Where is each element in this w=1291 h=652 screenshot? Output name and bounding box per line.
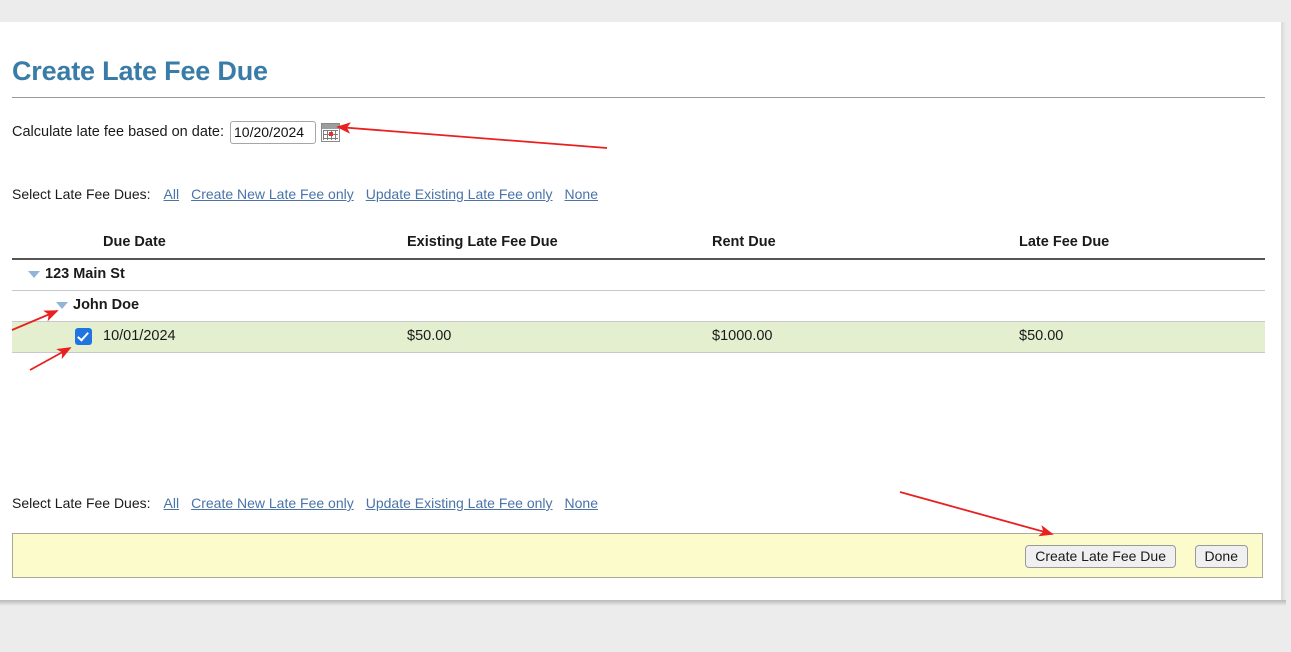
column-header-rent-due: Rent Due [712, 234, 776, 250]
screenshot-root: Create Late Fee Due Calculate late fee b… [0, 0, 1291, 652]
cell-existing-late-fee-due: $50.00 [407, 328, 451, 344]
table-row[interactable]: 10/01/2024 $50.00 $1000.00 $50.00 [12, 322, 1265, 353]
group-label-tenant: John Doe [73, 297, 139, 313]
select-link-all-top[interactable]: All [164, 186, 180, 202]
footer-action-bar: Create Late Fee Due Done [12, 533, 1263, 578]
select-link-none-bottom[interactable]: None [565, 495, 598, 511]
calendar-icon[interactable] [321, 123, 340, 142]
select-link-create-new-bottom[interactable]: Create New Late Fee only [191, 495, 354, 511]
column-header-late-fee-due: Late Fee Due [1019, 234, 1109, 250]
browser-top-strip [0, 0, 1291, 22]
select-links-label-top: Select Late Fee Dues: [12, 186, 151, 202]
row-checkbox[interactable] [75, 328, 92, 345]
create-late-fee-due-button[interactable]: Create Late Fee Due [1025, 545, 1176, 568]
cell-due-date: 10/01/2024 [103, 328, 176, 344]
column-header-existing-late-fee-due: Existing Late Fee Due [407, 234, 558, 250]
late-fee-table: Due Date Existing Late Fee Due Rent Due … [12, 234, 1265, 353]
done-button[interactable]: Done [1195, 545, 1248, 568]
page-title: Create Late Fee Due [12, 56, 268, 87]
select-link-none-top[interactable]: None [565, 186, 598, 202]
cell-late-fee-due: $50.00 [1019, 328, 1063, 344]
table-header-row: Due Date Existing Late Fee Due Rent Due … [12, 234, 1265, 260]
group-label-property: 123 Main St [45, 266, 125, 282]
calendar-icon-today-marker [329, 132, 333, 136]
page-background-bottom [0, 606, 1291, 652]
chevron-down-icon[interactable] [28, 271, 40, 278]
select-links-bottom: Select Late Fee Dues: All Create New Late … [12, 495, 598, 511]
calendar-icon-header [322, 124, 339, 129]
select-link-update-existing-top[interactable]: Update Existing Late Fee only [366, 186, 553, 202]
date-filter-label: Calculate late fee based on date: [12, 124, 224, 140]
cell-rent-due: $1000.00 [712, 328, 772, 344]
select-link-all-bottom[interactable]: All [164, 495, 180, 511]
column-header-due-date: Due Date [103, 234, 166, 250]
panel-right-edge [1281, 22, 1286, 600]
select-links-label-bottom: Select Late Fee Dues: [12, 495, 151, 511]
date-filter-row: Calculate late fee based on date: [12, 121, 340, 143]
select-link-update-existing-bottom[interactable]: Update Existing Late Fee only [366, 495, 553, 511]
title-divider [12, 97, 1265, 98]
select-links-top: Select Late Fee Dues: All Create New Late … [12, 186, 598, 202]
select-link-create-new-top[interactable]: Create New Late Fee only [191, 186, 354, 202]
table-group-row-property[interactable]: 123 Main St [12, 260, 1265, 291]
date-input[interactable] [230, 121, 316, 144]
table-group-row-tenant[interactable]: John Doe [12, 291, 1265, 322]
chevron-down-icon[interactable] [56, 302, 68, 309]
